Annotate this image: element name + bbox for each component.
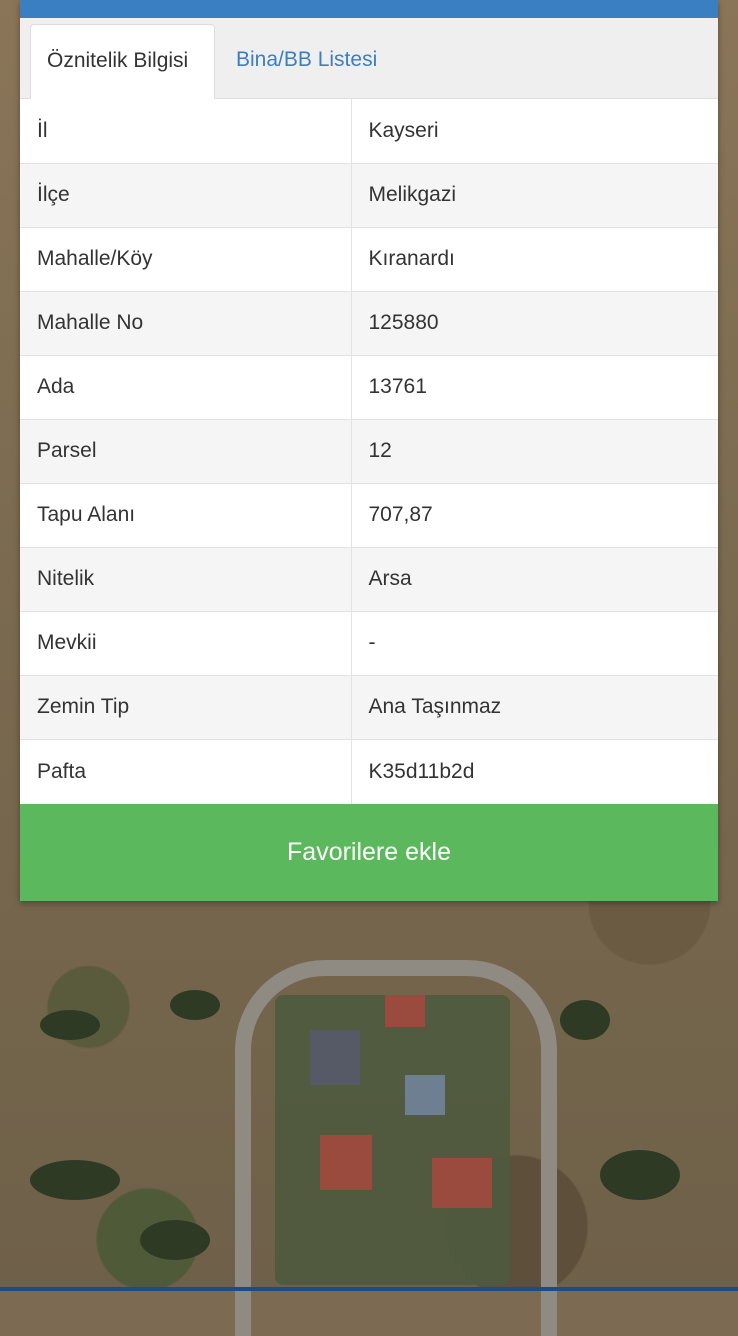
table-row: Mahalle No 125880	[20, 291, 718, 356]
map-roof	[320, 1135, 372, 1190]
map-tree	[600, 1150, 680, 1200]
tab-oznitelik-bilgisi[interactable]: Öznitelik Bilgisi	[30, 24, 215, 99]
table-row: Tapu Alanı 707,87	[20, 483, 718, 548]
map-tree	[40, 1010, 100, 1040]
map-tree	[30, 1160, 120, 1200]
table-row: İlçe Melikgazi	[20, 163, 718, 228]
table-row: Zemin Tip Ana Taşınmaz	[20, 675, 718, 740]
attribute-value: 125880	[351, 291, 718, 356]
attribute-value: 707,87	[351, 483, 718, 548]
attribute-key: Ada	[20, 355, 352, 420]
add-to-favorites-button[interactable]: Favorilere ekle	[20, 804, 718, 901]
attribute-value: Melikgazi	[351, 163, 718, 228]
attribute-value: K35d11b2d	[351, 739, 718, 804]
map-tree	[140, 1220, 210, 1260]
attribute-key: İl	[20, 99, 352, 164]
map-tree	[170, 990, 220, 1020]
attribute-value: -	[351, 611, 718, 676]
attribute-key: Pafta	[20, 739, 352, 804]
attribute-key: Tapu Alanı	[20, 483, 352, 548]
tab-bar: Öznitelik Bilgisi Bina/BB Listesi	[20, 18, 718, 99]
attribute-key: İlçe	[20, 163, 352, 228]
attribute-value: Kayseri	[351, 99, 718, 164]
attribute-table: İl Kayseri İlçe Melikgazi Mahalle/Köy Kı…	[20, 99, 718, 804]
panel-header	[20, 0, 718, 18]
table-row: Mahalle/Köy Kıranardı	[20, 227, 718, 292]
attribute-value: Ana Taşınmaz	[351, 675, 718, 740]
map-tree	[560, 1000, 610, 1040]
table-row: Pafta K35d11b2d	[20, 739, 718, 804]
attribute-value: 13761	[351, 355, 718, 420]
attribute-value: Arsa	[351, 547, 718, 612]
bottom-bar	[0, 1287, 738, 1291]
table-row: Parsel 12	[20, 419, 718, 484]
attribute-key: Zemin Tip	[20, 675, 352, 740]
tab-bina-bb-listesi[interactable]: Bina/BB Listesi	[220, 24, 393, 98]
parcel-info-panel: Öznitelik Bilgisi Bina/BB Listesi İl Kay…	[20, 0, 718, 901]
attribute-key: Mahalle/Köy	[20, 227, 352, 292]
map-roof	[385, 995, 425, 1027]
table-row: Nitelik Arsa	[20, 547, 718, 612]
attribute-key: Parsel	[20, 419, 352, 484]
attribute-key: Mevkii	[20, 611, 352, 676]
attribute-value: 12	[351, 419, 718, 484]
attribute-key: Mahalle No	[20, 291, 352, 356]
attribute-key: Nitelik	[20, 547, 352, 612]
map-roof	[432, 1158, 492, 1208]
map-roof	[405, 1075, 445, 1115]
attribute-value: Kıranardı	[351, 227, 718, 292]
table-row: Ada 13761	[20, 355, 718, 420]
map-roof	[310, 1030, 360, 1085]
table-row: Mevkii -	[20, 611, 718, 676]
table-row: İl Kayseri	[20, 99, 718, 164]
